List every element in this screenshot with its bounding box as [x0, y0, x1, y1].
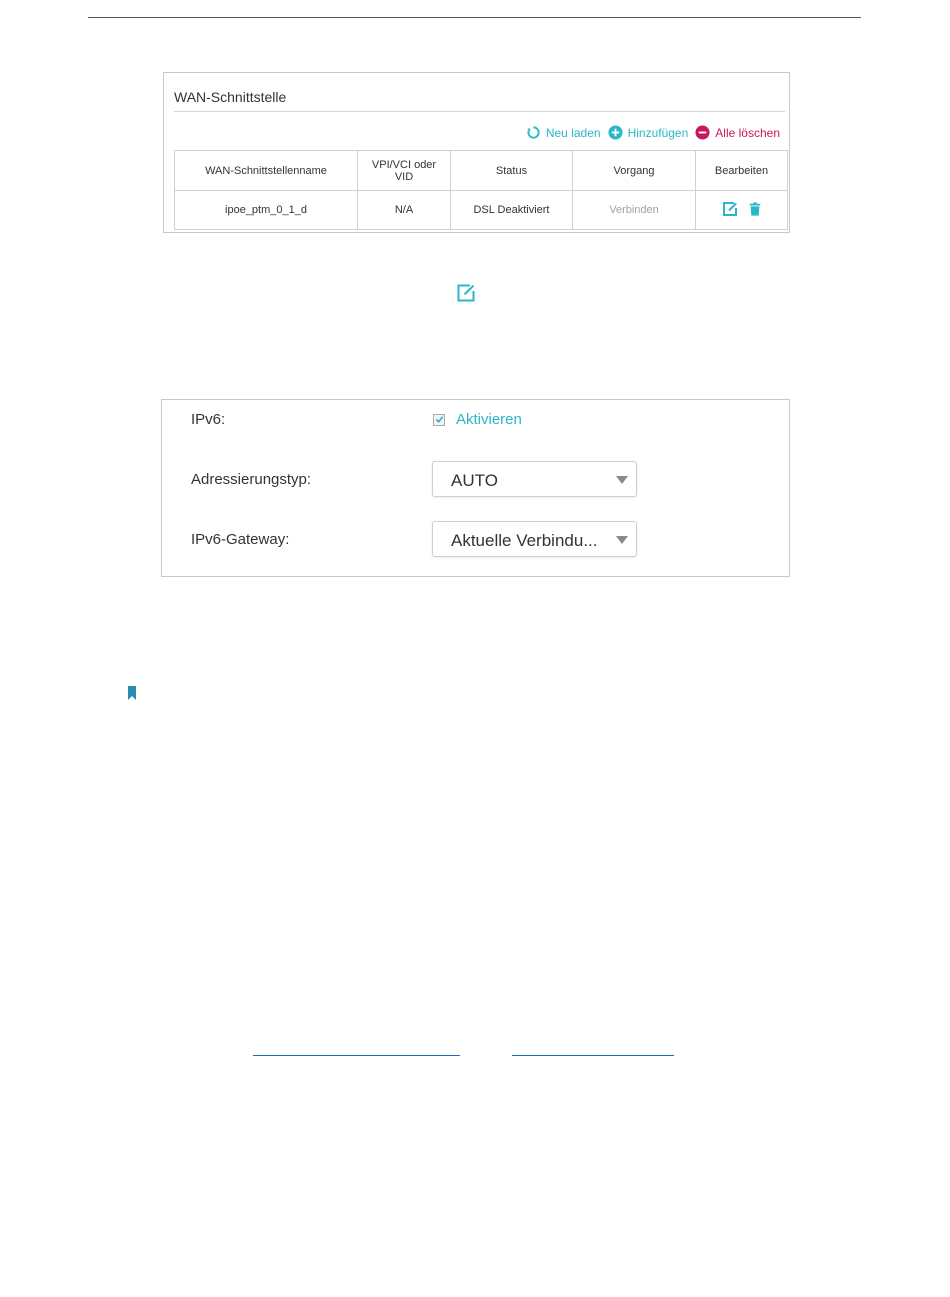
wan-interface-table: WAN-Schnittstellenname VPI/VCI oder VID …	[174, 150, 788, 230]
ipv6-label: IPv6:	[191, 411, 226, 428]
chevron-down-icon	[616, 536, 628, 544]
ipv6-enable-label: Aktivieren	[456, 411, 522, 428]
ipv6-settings-panel: IPv6: Aktivieren Adressierungstyp: AUTO …	[161, 399, 790, 577]
page-header-rule	[88, 17, 861, 18]
ipv6-gateway-select[interactable]: Aktuelle Verbindu...	[432, 521, 637, 557]
ipv6-enable-toggle[interactable]: Aktivieren	[433, 411, 522, 428]
trash-icon[interactable]	[748, 201, 762, 217]
cell-interface-name: ipoe_ptm_0_1_d	[174, 190, 358, 230]
column-header-status: Status	[450, 150, 573, 191]
cell-edit	[695, 190, 788, 230]
refresh-button[interactable]: Neu laden	[526, 125, 601, 140]
delete-all-label: Alle löschen	[715, 125, 780, 140]
ipv6-enable-checkbox[interactable]	[433, 413, 445, 426]
add-label: Hinzufügen	[627, 125, 689, 140]
wan-interface-panel: WAN-Schnittstelle Neu laden Hinzufügen A…	[163, 72, 790, 233]
link-underline[interactable]	[512, 1055, 674, 1056]
cell-vpi-vci: N/A	[357, 190, 451, 230]
column-header-vpi: VPI/VCI oder VID	[357, 150, 451, 191]
minus-circle-icon	[695, 125, 710, 140]
add-button[interactable]: Hinzufügen	[608, 125, 689, 140]
link-underline[interactable]	[253, 1055, 460, 1056]
delete-all-button[interactable]: Alle löschen	[695, 125, 780, 140]
edit-icon[interactable]	[722, 201, 738, 217]
table-row: ipoe_ptm_0_1_d N/A DSL Deaktiviert Verbi…	[174, 190, 788, 230]
edit-icon	[457, 284, 475, 302]
column-header-edit: Bearbeiten	[695, 150, 788, 191]
chevron-down-icon	[616, 476, 628, 484]
plus-circle-icon	[608, 125, 623, 140]
table-header-row: WAN-Schnittstellenname VPI/VCI oder VID …	[174, 150, 788, 191]
wan-panel-title: WAN-Schnittstelle	[174, 89, 287, 105]
checkmark-icon	[435, 416, 443, 423]
wan-toolbar: Neu laden Hinzufügen Alle löschen	[519, 125, 780, 140]
refresh-icon	[527, 126, 540, 139]
connect-action[interactable]: Verbinden	[572, 190, 696, 230]
addressing-type-select[interactable]: AUTO	[432, 461, 637, 497]
wan-title-divider	[174, 111, 785, 112]
addressing-type-label: Adressierungstyp:	[191, 471, 312, 488]
addressing-type-value: AUTO	[451, 471, 498, 490]
bookmark-icon	[128, 686, 136, 700]
column-header-name: WAN-Schnittstellenname	[174, 150, 358, 191]
refresh-label: Neu laden	[545, 125, 601, 140]
cell-status: DSL Deaktiviert	[450, 190, 573, 230]
ipv6-gateway-label: IPv6-Gateway:	[191, 531, 290, 548]
column-header-action: Vorgang	[572, 150, 696, 191]
ipv6-gateway-value: Aktuelle Verbindu...	[451, 531, 598, 550]
